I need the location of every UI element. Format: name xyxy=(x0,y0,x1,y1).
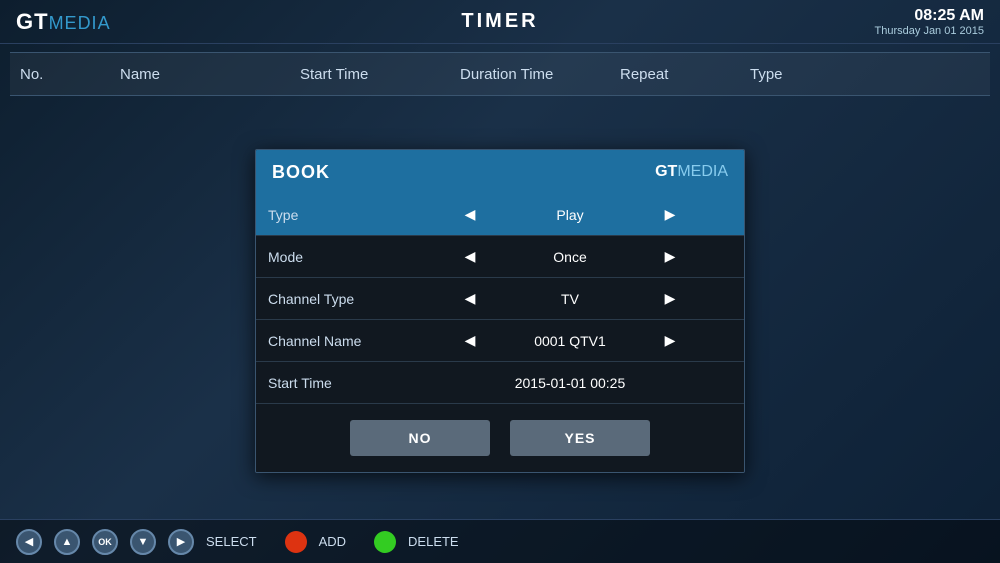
yes-button[interactable]: YES xyxy=(510,420,650,456)
add-label: ADD xyxy=(319,534,346,549)
col-header-type: Type xyxy=(750,66,980,83)
delete-label: DELETE xyxy=(408,534,459,549)
nav-btn-down[interactable]: ▼ xyxy=(130,529,156,555)
nav-btn-up[interactable]: ▲ xyxy=(54,529,80,555)
logo-gt: GT xyxy=(16,9,49,34)
arrow-left-mode[interactable]: ◀ xyxy=(460,247,480,267)
arrow-right-channel-type[interactable]: ▶ xyxy=(660,289,680,309)
logo: GTMEDIA xyxy=(16,9,111,35)
dialog-header: BOOK GTMEDIA xyxy=(256,150,744,194)
row-controls-type: ◀ Play ▶ xyxy=(408,205,732,225)
dialog-row-channel-name[interactable]: Channel Name ◀ 0001 QTV1 ▶ xyxy=(256,320,744,362)
row-controls-mode: ◀ Once ▶ xyxy=(408,247,732,267)
row-controls-channel-type: ◀ TV ▶ xyxy=(408,289,732,309)
row-label-mode: Mode xyxy=(268,249,408,265)
page-title: TIMER xyxy=(461,10,538,33)
arrow-right-mode[interactable]: ▶ xyxy=(660,247,680,267)
dialog-title: BOOK xyxy=(272,162,330,183)
logo-media: MEDIA xyxy=(49,13,111,33)
dialog-row-type[interactable]: Type ◀ Play ▶ xyxy=(256,194,744,236)
row-label-type: Type xyxy=(268,207,408,223)
row-value-channel-type: TV xyxy=(510,291,630,307)
col-header-start: Start Time xyxy=(300,66,460,83)
arrow-right-channel-name[interactable]: ▶ xyxy=(660,331,680,351)
row-value-start-time: 2015-01-01 00:25 xyxy=(408,375,732,391)
book-dialog: BOOK GTMEDIA Type ◀ Play ▶ Mode ◀ Once xyxy=(255,149,745,473)
row-controls-channel-name: ◀ 0001 QTV1 ▶ xyxy=(408,331,732,351)
dialog-row-channel-type[interactable]: Channel Type ◀ TV ▶ xyxy=(256,278,744,320)
arrow-left-channel-type[interactable]: ◀ xyxy=(460,289,480,309)
main-area: BOOK GTMEDIA Type ◀ Play ▶ Mode ◀ Once xyxy=(10,96,990,526)
arrow-right-type[interactable]: ▶ xyxy=(660,205,680,225)
nav-btn-left[interactable]: ◀ xyxy=(16,529,42,555)
row-label-channel-type: Channel Type xyxy=(268,291,408,307)
delete-dot xyxy=(374,531,396,553)
dialog-body: Type ◀ Play ▶ Mode ◀ Once ▶ Channel Type xyxy=(256,194,744,404)
arrow-left-type[interactable]: ◀ xyxy=(460,205,480,225)
row-value-channel-name: 0001 QTV1 xyxy=(510,333,630,349)
nav-btn-ok[interactable]: OK xyxy=(92,529,118,555)
row-value-mode: Once xyxy=(510,249,630,265)
clock-date: Thursday Jan 01 2015 xyxy=(875,25,984,37)
col-header-no: No. xyxy=(20,66,120,83)
clock-area: 08:25 AM Thursday Jan 01 2015 xyxy=(875,7,984,37)
no-button[interactable]: NO xyxy=(350,420,490,456)
dialog-row-start-time[interactable]: Start Time 2015-01-01 00:25 xyxy=(256,362,744,404)
bottom-bar: ◀ ▲ OK ▼ ▶ SELECT ADD DELETE xyxy=(0,519,1000,563)
dialog-row-mode[interactable]: Mode ◀ Once ▶ xyxy=(256,236,744,278)
dialog-logo-gt: GT xyxy=(655,163,677,180)
table-header: No. Name Start Time Duration Time Repeat… xyxy=(10,52,990,96)
dialog-logo: GTMEDIA xyxy=(655,163,728,181)
clock-time: 08:25 AM xyxy=(875,7,984,25)
nav-btn-right[interactable]: ▶ xyxy=(168,529,194,555)
row-label-channel-name: Channel Name xyxy=(268,333,408,349)
dialog-logo-media: MEDIA xyxy=(677,163,728,180)
col-header-duration: Duration Time xyxy=(460,66,620,83)
row-value-type: Play xyxy=(510,207,630,223)
select-label: SELECT xyxy=(206,534,257,549)
row-label-start-time: Start Time xyxy=(268,375,408,391)
dialog-buttons: NO YES xyxy=(256,404,744,472)
add-dot xyxy=(285,531,307,553)
col-header-repeat: Repeat xyxy=(620,66,750,83)
col-header-name: Name xyxy=(120,66,300,83)
arrow-left-channel-name[interactable]: ◀ xyxy=(460,331,480,351)
header: GTMEDIA TIMER 08:25 AM Thursday Jan 01 2… xyxy=(0,0,1000,44)
